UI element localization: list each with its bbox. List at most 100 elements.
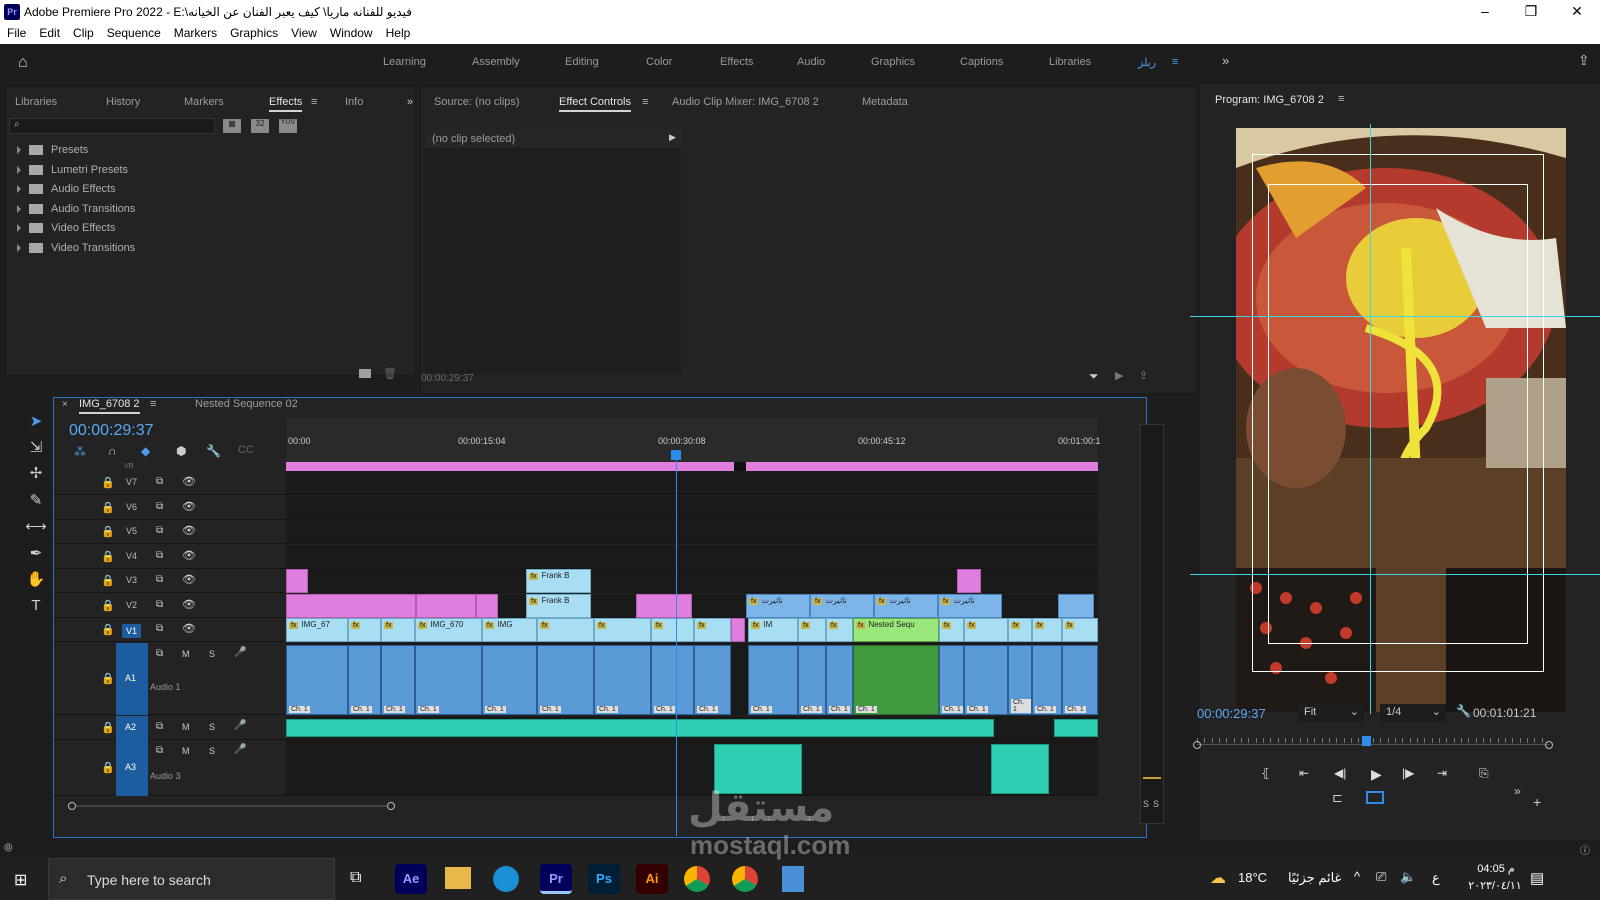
workspace-menu-icon[interactable]: ≡	[1172, 56, 1178, 68]
eye-icon[interactable]: 👁	[182, 524, 196, 537]
razor-tool-icon[interactable]: ✎	[25, 490, 47, 512]
menu-file[interactable]: File	[0, 24, 32, 40]
tree-audio-transitions[interactable]: Audio Transitions	[17, 203, 135, 223]
track-label-v1[interactable]: V1	[122, 624, 142, 638]
windows-start-icon[interactable]: ⊞	[14, 870, 27, 890]
tree-video-transitions[interactable]: Video Transitions	[17, 242, 135, 262]
clip-v2[interactable]	[476, 594, 498, 618]
step-forward-icon[interactable]: |▶	[1402, 766, 1414, 780]
tab-markers[interactable]: Markers	[184, 96, 224, 108]
share-icon[interactable]: ⇪	[1578, 52, 1590, 69]
clip-a2[interactable]	[1054, 719, 1098, 737]
program-playhead[interactable]	[1361, 736, 1371, 746]
lock-icon[interactable]: 🔒	[101, 574, 115, 587]
video-track-v4[interactable]	[286, 545, 1098, 569]
solo-label[interactable]: S	[1143, 799, 1149, 809]
safe-margins-icon[interactable]: ⊏	[1332, 790, 1343, 806]
clip-v1[interactable]: fx IM	[748, 618, 798, 642]
clip-v1[interactable]: fx	[798, 618, 826, 642]
workspace-audio[interactable]: Audio	[797, 56, 825, 68]
menu-sequence[interactable]: Sequence	[100, 24, 167, 40]
play-audio-icon[interactable]: ▶	[1115, 369, 1123, 382]
clip-a1[interactable]: Ch. 1	[286, 645, 348, 715]
clip-v2[interactable]	[286, 594, 416, 618]
notifications-icon[interactable]: ▤	[1530, 869, 1544, 887]
clock-date[interactable]: ٢٠٢٣/٠٤/١١	[1460, 879, 1530, 892]
photoshop-icon[interactable]: Ps	[588, 864, 620, 894]
timeline-horizontal-scrollbar[interactable]	[76, 805, 387, 807]
eye-icon[interactable]: 👁	[182, 622, 196, 635]
tab-nested-sequence[interactable]: Nested Sequence 02	[195, 398, 298, 410]
linked-selection-icon[interactable]: ∩	[108, 444, 117, 458]
workspace-effects[interactable]: Effects	[720, 56, 753, 68]
clip-v2[interactable]: fx تاثيرت	[746, 594, 810, 618]
chrome-profile-icon[interactable]	[732, 866, 758, 892]
clip-a2[interactable]	[286, 719, 994, 737]
clip-a3[interactable]	[991, 744, 1049, 794]
track-label-v5[interactable]: V5	[126, 526, 137, 536]
clip-a1[interactable]: Ch. 1	[826, 645, 853, 715]
clip-v1[interactable]: fx	[964, 618, 1008, 642]
clip-v3[interactable]: fx Frank B	[526, 569, 591, 593]
clip-a1[interactable]: Ch. 1	[939, 645, 964, 715]
selection-tool-icon[interactable]: ➤	[25, 411, 47, 433]
volume-icon[interactable]: 🔈	[1400, 869, 1416, 885]
resolution-select[interactable]: 1/4 ⌄	[1380, 704, 1446, 722]
timeline-timecode[interactable]: 00:00:29:37	[69, 422, 154, 440]
clip-a1[interactable]: Ch. 1	[748, 645, 798, 715]
taskbar-search-box[interactable]: ⌕ Type here to search	[48, 858, 335, 900]
clip-a1[interactable]: Ch. 1	[964, 645, 1008, 715]
lock-icon[interactable]: 🔒	[101, 501, 115, 514]
lock-icon[interactable]: 🔒	[101, 672, 115, 685]
close-tab-icon[interactable]: ×	[62, 399, 68, 410]
tab-audio-clip-mixer[interactable]: Audio Clip Mixer: IMG_6708 2	[672, 96, 819, 108]
snap-icon[interactable]: ⁂	[74, 445, 86, 459]
clip-v1[interactable]: fx	[1032, 618, 1062, 642]
clip-v1[interactable]: fx	[1008, 618, 1032, 642]
video-track-v6[interactable]	[286, 496, 1098, 520]
add-button-icon[interactable]: +	[1533, 794, 1541, 810]
tab-menu-icon[interactable]: ≡	[311, 96, 317, 108]
lock-icon[interactable]: 🔒	[101, 476, 115, 489]
clip-a1[interactable]: Ch. 1	[1062, 645, 1098, 715]
clip-v1[interactable]: fx	[594, 618, 651, 642]
tree-video-effects[interactable]: Video Effects	[17, 222, 115, 242]
clock-time[interactable]: 04:05 م	[1466, 862, 1526, 875]
ripple-edit-tool-icon[interactable]: ✢	[25, 463, 47, 485]
comparison-view-icon[interactable]	[1366, 791, 1384, 804]
wrench-icon[interactable]: 🔧	[206, 444, 221, 458]
eye-icon[interactable]: 👁	[182, 475, 196, 488]
track-label-v7[interactable]: V7	[126, 477, 137, 487]
solo-button[interactable]: S	[209, 649, 215, 659]
tab-metadata[interactable]: Metadata	[862, 96, 908, 108]
clip-a1[interactable]: Ch. 1	[798, 645, 826, 715]
export-icon[interactable]: ⇪	[1139, 369, 1148, 382]
minimize-button[interactable]: –	[1462, 0, 1508, 24]
workspace-libraries[interactable]: Libraries	[1049, 56, 1091, 68]
lock-icon[interactable]: 🔒	[101, 721, 115, 734]
tab-sequence-img[interactable]: IMG_6708 2	[79, 398, 140, 414]
chrome-icon[interactable]	[684, 866, 710, 892]
clip-v1[interactable]: fx IMG	[482, 618, 537, 642]
clip-v1[interactable]: fx	[939, 618, 964, 642]
close-button[interactable]: ✕	[1554, 0, 1600, 24]
clip-v2[interactable]	[636, 594, 692, 618]
clip-v3[interactable]	[957, 569, 981, 593]
workspace-editing[interactable]: Editing	[565, 56, 599, 68]
workspace-captions[interactable]: Captions	[960, 56, 1003, 68]
paint-icon[interactable]	[782, 866, 804, 892]
clip-v2[interactable]: fx تاثيرت	[810, 594, 874, 618]
expand-arrow-icon[interactable]: ▶	[669, 132, 676, 143]
clip-v1[interactable]: fx	[381, 618, 415, 642]
eye-icon[interactable]: 👁	[182, 598, 196, 611]
clip-a1[interactable]: Ch. 1	[415, 645, 482, 715]
clip-v1[interactable]: fx	[348, 618, 381, 642]
pen-tool-icon[interactable]: ✒	[25, 543, 47, 565]
clip-v2[interactable]: fx تاثيرت	[874, 594, 938, 618]
clip-v1[interactable]: fx	[826, 618, 853, 642]
yuv-effects-icon[interactable]: YUV	[279, 119, 297, 133]
clip-v1[interactable]: fx IMG_670	[415, 618, 482, 642]
weather-temp[interactable]: 18°C	[1238, 870, 1267, 885]
track-label-v6[interactable]: V6	[126, 502, 137, 512]
more-controls-icon[interactable]: »	[1514, 784, 1521, 798]
